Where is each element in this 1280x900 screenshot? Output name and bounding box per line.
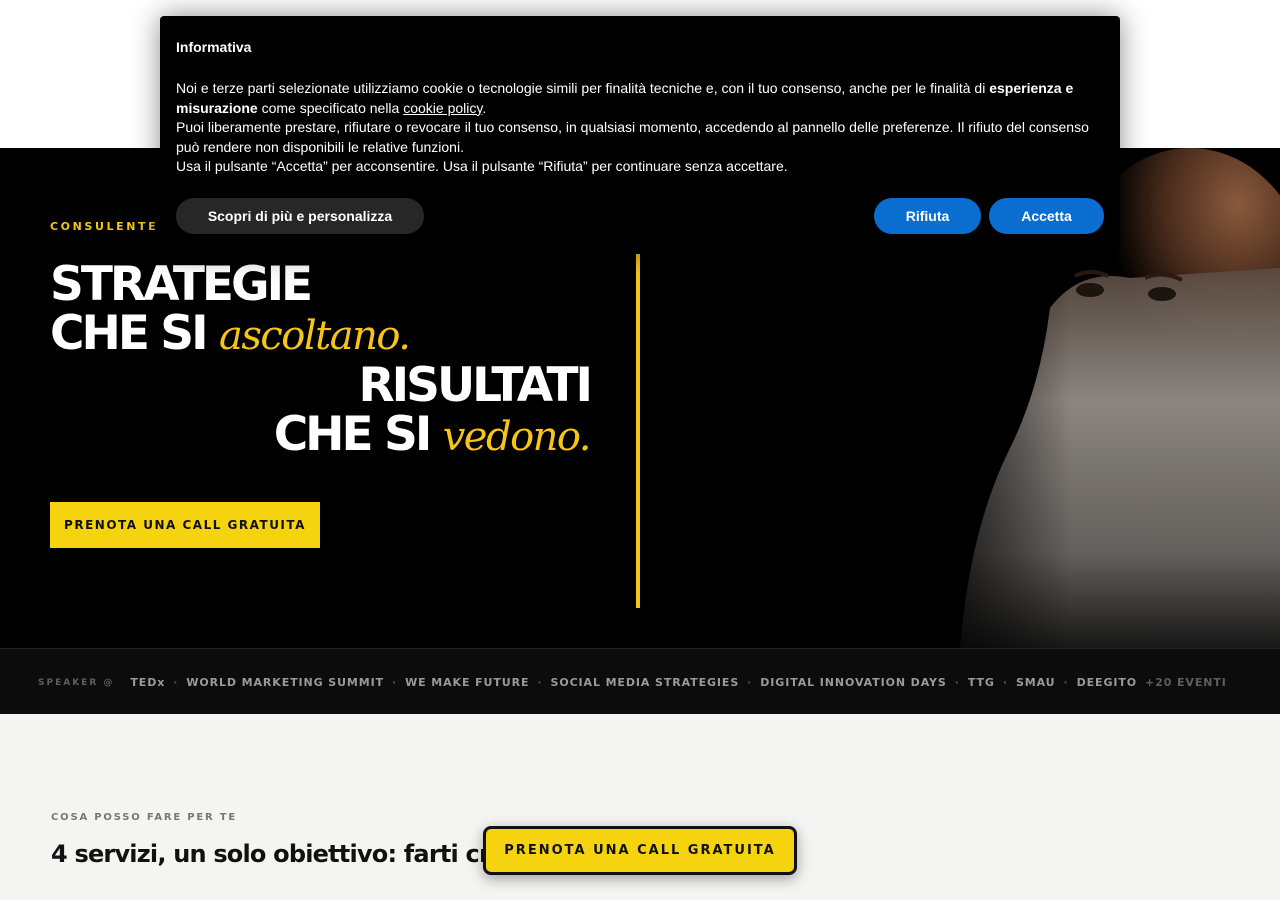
headline-line-1: STRATEGIE xyxy=(50,257,313,312)
services-eyebrow: COSA POSSO FARE PER TE xyxy=(51,812,238,823)
speaker-events-bar: SPEAKER @ TEDx · WORLD MARKETING SUMMIT … xyxy=(0,648,1280,714)
event-separator: · xyxy=(173,676,179,689)
headline-line-4: CHE SI vedono. xyxy=(50,407,592,462)
event-separator: · xyxy=(537,676,543,689)
event-separator: · xyxy=(1063,676,1069,689)
event-separator: · xyxy=(747,676,753,689)
cookie-paragraph-2: Puoi liberamente prestare, rifiutare o r… xyxy=(176,119,1089,155)
headline-line-2-plain: CHE SI xyxy=(50,306,219,361)
learn-more-customize-button[interactable]: Scopri di più e personalizza xyxy=(176,198,424,234)
speaker-event: WE MAKE FUTURE xyxy=(405,676,530,689)
speaker-event: DIGITAL INNOVATION DAYS xyxy=(760,676,947,689)
more-events-label: +20 EVENTI xyxy=(1145,676,1227,689)
sticky-book-call-button[interactable]: PRENOTA UNA CALL GRATUITA xyxy=(483,826,797,875)
reject-button[interactable]: Rifiuta xyxy=(874,198,981,234)
speaker-events-list: SPEAKER @ TEDx · WORLD MARKETING SUMMIT … xyxy=(38,676,1227,689)
headline-accent-ascoltano: ascoltano. xyxy=(219,313,411,359)
speaker-lead-label: SPEAKER @ xyxy=(38,677,115,688)
event-separator: · xyxy=(392,676,398,689)
cookie-p1-mid: come specificato nella xyxy=(257,99,404,116)
cookie-paragraph-3: Usa il pulsante “Accetta” per acconsenti… xyxy=(176,158,788,174)
accept-button[interactable]: Accetta xyxy=(989,198,1104,234)
event-separator: · xyxy=(1002,676,1008,689)
headline-line-2: CHE SI ascoltano. xyxy=(50,309,590,361)
speaker-event: SOCIAL MEDIA STRATEGIES xyxy=(550,676,740,689)
cookie-policy-link[interactable]: cookie policy xyxy=(403,100,482,116)
hero-kicker: CONSULENTE xyxy=(50,220,159,233)
cookie-text: Noi e terze parti selezionate utilizziam… xyxy=(176,79,1106,177)
headline-line-3: RISULTATI xyxy=(358,358,593,413)
cookie-p1-end: . xyxy=(482,99,487,116)
cookie-paragraph-1: Noi e terze parti selezionate utilizziam… xyxy=(176,79,1106,118)
event-separator: · xyxy=(954,676,960,689)
cookie-p1-start: Noi e terze parti selezionate utilizziam… xyxy=(176,80,990,96)
headline-accent-vedono: vedono. xyxy=(442,414,592,460)
speaker-event: DEEGITO xyxy=(1076,676,1138,689)
services-title: 4 servizi, un solo obiettivo: farti cres… xyxy=(51,840,533,868)
speaker-event: SMAU xyxy=(1015,676,1056,689)
speaker-event: WORLD MARKETING SUMMIT xyxy=(186,676,385,689)
hero-headline: STRATEGIE CHE SI ascoltano. RISULTATI CH… xyxy=(50,257,593,462)
cookie-consent-banner: Informativa Noi e terze parti selezionat… xyxy=(160,16,1120,254)
speaker-event: TEDx xyxy=(130,676,166,689)
cookie-title: Informativa xyxy=(176,39,252,55)
speaker-event: TTG xyxy=(967,676,995,689)
headline-line-4-plain: CHE SI xyxy=(273,407,443,462)
yellow-divider xyxy=(636,254,640,608)
hero-book-call-button[interactable]: PRENOTA UNA CALL GRATUITA xyxy=(50,502,320,548)
